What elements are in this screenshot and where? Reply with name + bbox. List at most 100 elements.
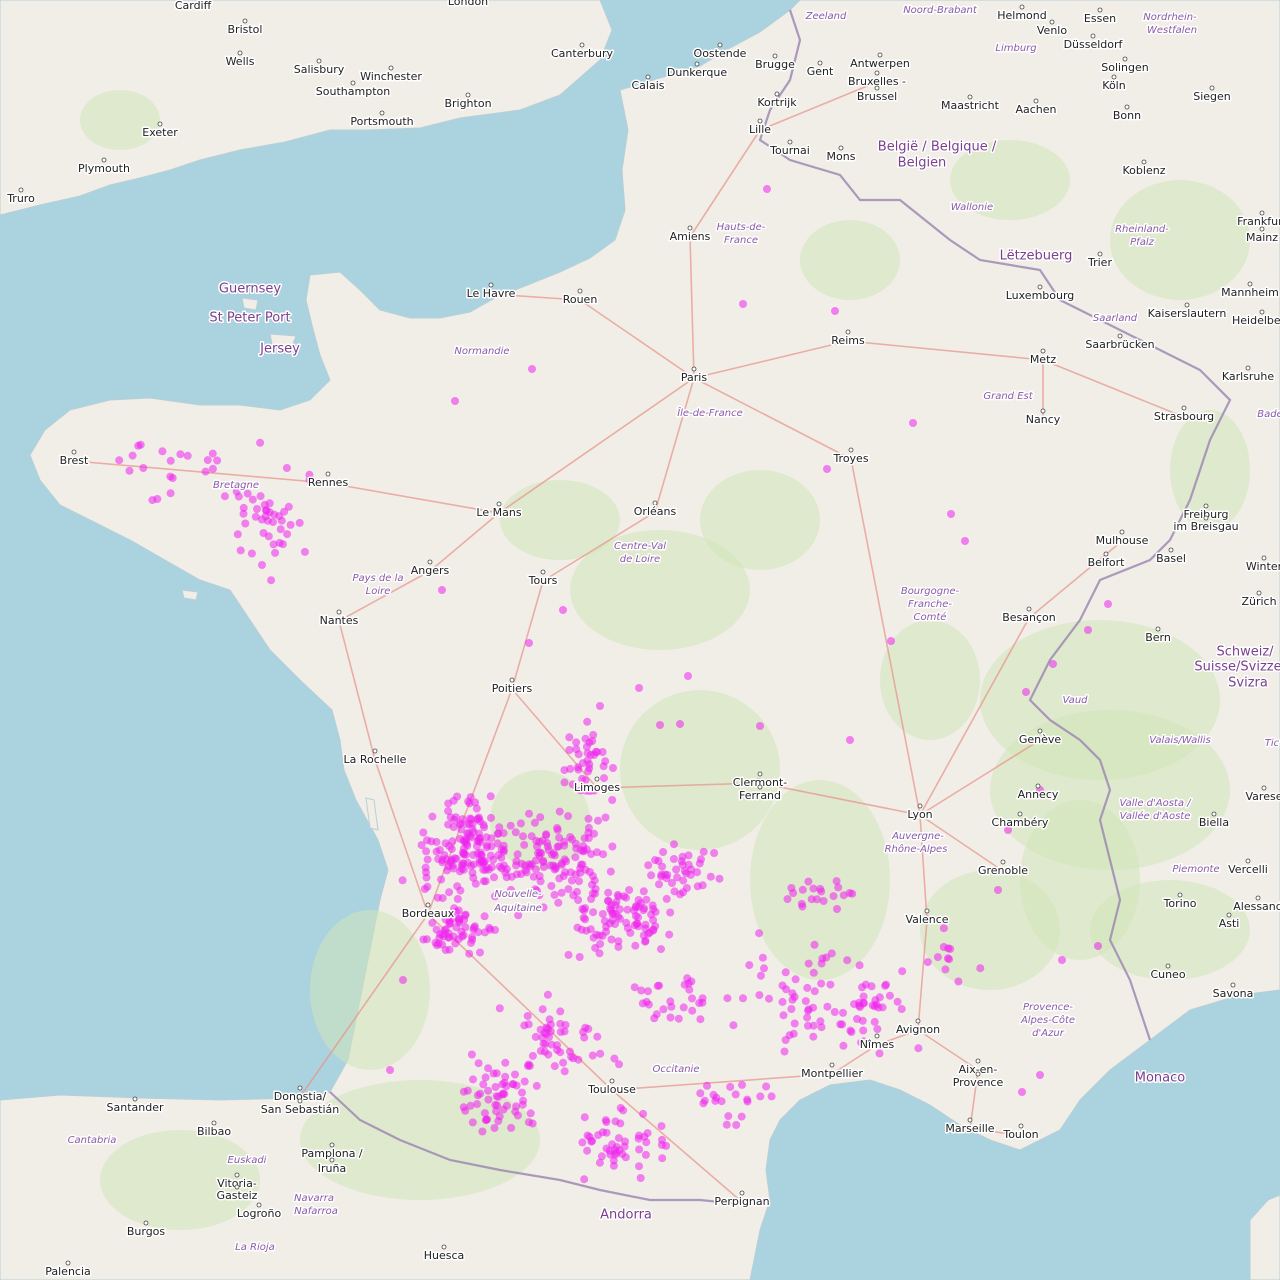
- observation-point[interactable]: [688, 1006, 697, 1015]
- observation-point[interactable]: [501, 1072, 510, 1081]
- observation-point[interactable]: [551, 862, 560, 871]
- observation-point[interactable]: [544, 1050, 553, 1059]
- observation-point[interactable]: [584, 814, 593, 823]
- observation-point[interactable]: [509, 1080, 518, 1089]
- observation-point[interactable]: [724, 1112, 733, 1121]
- observation-point[interactable]: [819, 897, 828, 905]
- observation-point[interactable]: [829, 892, 838, 901]
- observation-point[interactable]: [601, 757, 610, 766]
- observation-point[interactable]: [710, 849, 719, 857]
- observation-point[interactable]: [455, 867, 464, 876]
- observation-point[interactable]: [635, 1162, 643, 1171]
- observation-point[interactable]: [606, 1150, 615, 1159]
- observation-point[interactable]: [672, 865, 681, 874]
- observation-point[interactable]: [679, 888, 688, 897]
- observation-point[interactable]: [686, 870, 695, 879]
- observation-point[interactable]: [897, 1005, 906, 1013]
- observation-point[interactable]: [419, 935, 428, 944]
- observation-point[interactable]: [662, 1141, 671, 1150]
- observation-point[interactable]: [581, 915, 590, 924]
- observation-point[interactable]: [447, 845, 456, 854]
- observation-point[interactable]: [670, 840, 678, 849]
- observation-point[interactable]: [554, 898, 563, 907]
- observation-point[interactable]: [647, 871, 656, 880]
- observation-point[interactable]: [258, 561, 266, 569]
- observation-point[interactable]: [787, 1005, 796, 1013]
- observation-point[interactable]: [619, 1106, 628, 1115]
- observation-point[interactable]: [468, 935, 477, 944]
- observation-point[interactable]: [451, 939, 460, 948]
- observation-point[interactable]: [589, 908, 598, 917]
- observation-point[interactable]: [584, 1024, 593, 1033]
- observation-point[interactable]: [647, 910, 656, 919]
- observation-point[interactable]: [789, 1029, 798, 1038]
- observation-point[interactable]: [644, 987, 652, 996]
- observation-point[interactable]: [257, 515, 266, 524]
- observation-point[interactable]: [778, 997, 787, 1006]
- observation-point[interactable]: [609, 764, 617, 772]
- observation-point[interactable]: [657, 1122, 666, 1131]
- observation-point[interactable]: [651, 922, 660, 931]
- observation-point[interactable]: [168, 474, 177, 482]
- observation-point[interactable]: [809, 1032, 818, 1041]
- observation-point[interactable]: [433, 941, 441, 950]
- observation-point[interactable]: [622, 918, 631, 927]
- observation-point[interactable]: [791, 975, 800, 984]
- observation-point[interactable]: [236, 546, 245, 555]
- observation-point[interactable]: [535, 872, 544, 881]
- observation-point[interactable]: [709, 1090, 718, 1099]
- observation-point[interactable]: [614, 937, 623, 946]
- observation-point[interactable]: [275, 538, 284, 547]
- observation-point[interactable]: [474, 1059, 483, 1068]
- observation-point[interactable]: [479, 877, 488, 886]
- observation-point[interactable]: [594, 816, 602, 825]
- observation-point[interactable]: [183, 451, 192, 460]
- observation-point[interactable]: [588, 889, 597, 898]
- observation-point[interactable]: [259, 529, 268, 537]
- observation-point[interactable]: [804, 959, 813, 968]
- observation-point[interactable]: [491, 1100, 500, 1109]
- observation-point[interactable]: [598, 1128, 607, 1137]
- observation-point[interactable]: [639, 1109, 648, 1118]
- observation-point[interactable]: [601, 813, 610, 822]
- observation-point[interactable]: [498, 1080, 507, 1089]
- observation-point[interactable]: [1018, 1088, 1026, 1096]
- observation-point[interactable]: [465, 949, 474, 958]
- observation-point[interactable]: [1058, 956, 1066, 964]
- observation-point[interactable]: [760, 964, 768, 973]
- observation-point[interactable]: [659, 848, 668, 856]
- observation-point[interactable]: [589, 730, 598, 739]
- observation-point[interactable]: [519, 1096, 528, 1105]
- observation-point[interactable]: [523, 1012, 532, 1020]
- observation-point[interactable]: [656, 721, 664, 729]
- observation-point[interactable]: [475, 834, 484, 843]
- observation-point[interactable]: [636, 899, 645, 908]
- observation-point[interactable]: [585, 738, 594, 747]
- observation-point[interactable]: [588, 1051, 597, 1060]
- observation-point[interactable]: [887, 637, 895, 645]
- observation-point[interactable]: [473, 1100, 482, 1109]
- observation-point[interactable]: [564, 950, 573, 959]
- observation-point[interactable]: [434, 855, 443, 863]
- observation-point[interactable]: [547, 1040, 556, 1049]
- observation-point[interactable]: [480, 912, 489, 921]
- observation-point[interactable]: [678, 852, 687, 861]
- observation-point[interactable]: [798, 885, 807, 894]
- observation-point[interactable]: [810, 987, 819, 996]
- observation-point[interactable]: [525, 639, 533, 647]
- observation-point[interactable]: [809, 968, 818, 977]
- observation-point[interactable]: [166, 456, 175, 465]
- observation-point[interactable]: [473, 849, 482, 858]
- observation-point[interactable]: [655, 981, 664, 990]
- observation-point[interactable]: [641, 924, 650, 933]
- observation-point[interactable]: [459, 1087, 468, 1096]
- observation-point[interactable]: [476, 948, 484, 957]
- observation-point[interactable]: [947, 510, 955, 518]
- observation-point[interactable]: [657, 945, 665, 954]
- observation-point[interactable]: [668, 879, 676, 887]
- observation-point[interactable]: [809, 1021, 818, 1030]
- observation-point[interactable]: [867, 982, 876, 991]
- observation-point[interactable]: [438, 894, 447, 903]
- observation-point[interactable]: [490, 1124, 499, 1132]
- observation-point[interactable]: [574, 896, 583, 904]
